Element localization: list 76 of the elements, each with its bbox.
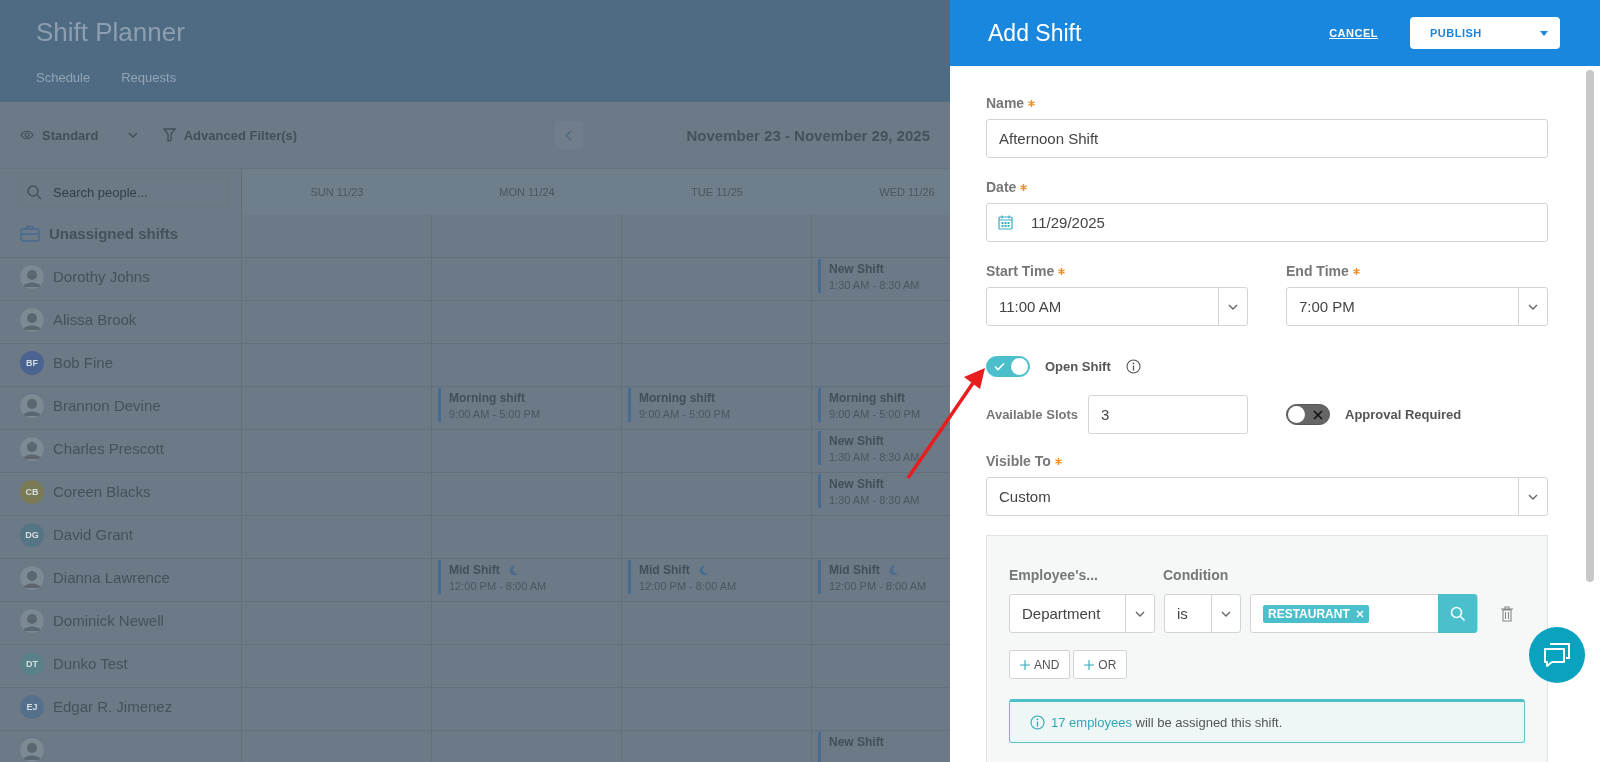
field-label: Start Time	[986, 263, 1055, 279]
avatar: CB	[20, 479, 44, 504]
avatar	[20, 307, 44, 332]
chevron-down-icon	[1528, 303, 1538, 310]
column-label: Employee's...	[1009, 566, 1099, 584]
condition-select[interactable]: is	[1164, 594, 1241, 633]
avatar	[20, 393, 44, 418]
avatar	[20, 608, 44, 633]
avatar	[20, 436, 44, 461]
chevron-down-icon	[1528, 493, 1538, 500]
chevron-down-icon	[1221, 610, 1231, 617]
column-label: Condition	[1163, 566, 1230, 584]
field-label: End Time	[1286, 263, 1349, 279]
toggle-label: Approval Required	[1345, 407, 1462, 422]
attribute-select[interactable]: Department	[1009, 594, 1155, 633]
caret-icon	[1540, 30, 1548, 36]
previous-week-button[interactable]	[555, 121, 583, 149]
tag-chip: RESTAURANT	[1263, 604, 1369, 623]
add-and-button[interactable]: AND	[1009, 650, 1071, 679]
required-asterisk-icon	[1020, 184, 1028, 191]
plus-icon	[1084, 659, 1095, 670]
avatar: BF	[20, 350, 44, 375]
search-button[interactable]	[1438, 594, 1477, 633]
plus-icon	[1020, 659, 1030, 670]
employees-link[interactable]: 17 employees	[1051, 714, 1132, 730]
avatar	[20, 737, 44, 762]
remove-icon[interactable]	[1355, 609, 1364, 618]
avatar	[20, 264, 44, 289]
search-icon	[27, 185, 42, 200]
calendar-icon	[998, 215, 1013, 230]
toggle-switch[interactable]	[1286, 404, 1330, 425]
field-label: Available Slots	[986, 406, 1078, 424]
toggle-switch[interactable]	[986, 356, 1030, 377]
summary-text: 17 employees will be assigned this shift.	[1051, 714, 1283, 730]
filter-icon	[162, 128, 176, 142]
briefcase-icon	[20, 225, 40, 242]
avatar: DG	[20, 522, 44, 547]
nav-tab[interactable]: Requests	[121, 70, 177, 85]
name-field[interactable]: Afternoon Shift	[986, 119, 1548, 158]
chat-icon	[1543, 642, 1571, 668]
publish-button[interactable]: PUBLISH	[1410, 17, 1560, 49]
end-time-select[interactable]: 7:00 PM	[1286, 287, 1548, 326]
avatar: DT	[20, 651, 44, 676]
search-icon	[1449, 605, 1466, 622]
field-label: Date	[986, 179, 1017, 195]
chevron-left-icon	[565, 129, 573, 141]
required-asterisk-icon	[1054, 458, 1062, 465]
panel-title: Add Shift	[988, 19, 1083, 47]
avatar	[20, 565, 44, 590]
start-time-select[interactable]: 11:00 AM	[986, 287, 1248, 326]
check-icon	[994, 362, 1005, 371]
required-asterisk-icon	[1352, 268, 1360, 275]
eye-icon	[20, 130, 34, 140]
avatar: EJ	[20, 694, 44, 719]
field-label: Visible To	[986, 453, 1051, 469]
required-asterisk-icon	[1058, 268, 1066, 275]
visible-to-select[interactable]: Custom	[986, 477, 1548, 516]
app-title: Shift Planner	[36, 17, 185, 48]
chevron-down-icon	[128, 132, 139, 138]
trash-icon[interactable]	[1501, 605, 1513, 622]
value-field[interactable]: RESTAURANT	[1250, 594, 1478, 633]
close-icon	[1313, 410, 1323, 420]
info-icon[interactable]	[1125, 359, 1141, 374]
slots-field[interactable]: 3	[1088, 395, 1248, 434]
chevron-down-icon	[1228, 303, 1238, 310]
cancel-link[interactable]: CANCEL	[1323, 26, 1384, 40]
date-field[interactable]: 11/29/2025	[986, 203, 1548, 242]
info-icon	[1030, 714, 1045, 730]
add-or-button[interactable]: OR	[1073, 650, 1128, 679]
scrollbar[interactable]	[1586, 70, 1594, 582]
chevron-down-icon	[1135, 610, 1145, 617]
toggle-label: Open Shift	[1045, 359, 1111, 374]
required-asterisk-icon	[1028, 100, 1036, 107]
nav-tab[interactable]: Schedule	[36, 70, 91, 85]
field-label: Name	[986, 95, 1025, 111]
search-field[interactable]: Search people...	[18, 176, 228, 208]
